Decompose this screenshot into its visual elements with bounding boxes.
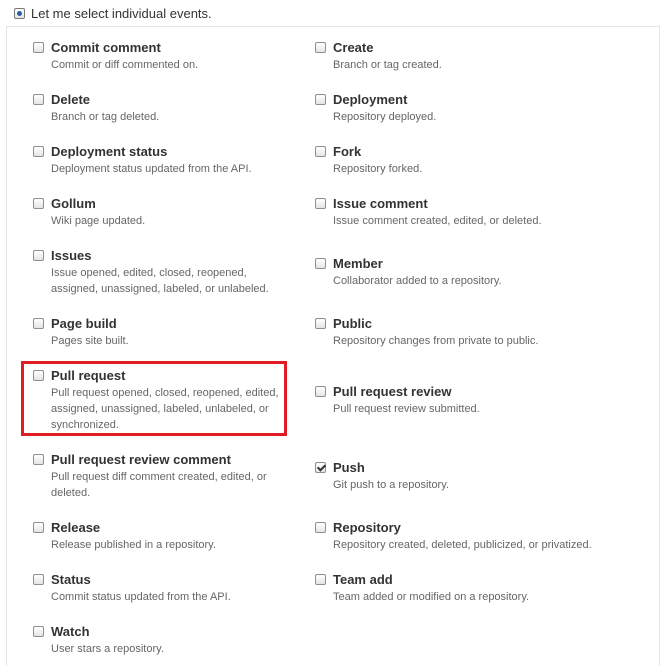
checkbox[interactable] (33, 198, 44, 209)
checkbox[interactable] (33, 626, 44, 637)
checkbox[interactable] (315, 94, 326, 105)
checkbox[interactable] (33, 42, 44, 53)
event-title: Deployment status (51, 144, 168, 159)
checkbox[interactable] (33, 146, 44, 157)
event-title: Issue comment (333, 196, 428, 211)
event-description: Repository forked. (333, 163, 423, 175)
event-title: Create (333, 40, 374, 55)
event-description: Issue opened, edited, closed, reopened, … (51, 267, 269, 295)
event-description: Pages site built. (51, 335, 129, 347)
event-description: Wiki page updated. (51, 215, 146, 227)
event-description: Commit status updated from the API. (51, 591, 231, 603)
select-individual-events-option[interactable]: Let me select individual events. (14, 4, 212, 22)
event-title: Deployment (333, 92, 408, 107)
event-title: Release (51, 520, 101, 535)
checkbox[interactable] (315, 258, 326, 269)
checkbox[interactable] (33, 522, 44, 533)
event-title: Push (333, 460, 365, 475)
event-title: Issues (51, 248, 92, 263)
event-title: Watch (51, 624, 90, 639)
checkbox[interactable] (33, 574, 44, 585)
checkbox[interactable] (33, 250, 44, 261)
checkbox[interactable] (315, 318, 326, 329)
event-title: Commit comment (51, 40, 161, 55)
checkbox[interactable] (315, 42, 326, 53)
event-title: Public (333, 316, 373, 331)
checkbox[interactable] (315, 146, 326, 157)
event-title: Team add (333, 572, 393, 587)
event-description: Commit or diff commented on. (51, 59, 199, 71)
radio-label: Let me select individual events. (31, 5, 212, 21)
checkbox[interactable] (315, 522, 326, 533)
event-description: Branch or tag created. (333, 59, 442, 71)
event-description: Repository created, deleted, publicized,… (333, 539, 592, 551)
event-description: Repository deployed. (333, 111, 437, 123)
event-description: Repository changes from private to publi… (333, 335, 539, 347)
event-description: Pull request review submitted. (333, 403, 480, 415)
highlight-box-pull-request (21, 361, 287, 436)
checkbox[interactable] (33, 454, 44, 465)
event-description: Team added or modified on a repository. (333, 591, 530, 603)
radio-selected-dot (17, 10, 22, 16)
event-description: User stars a repository. (51, 643, 164, 655)
checkbox[interactable] (315, 574, 326, 585)
event-title: Pull request review (333, 384, 452, 399)
event-description: Pull request diff comment created, edite… (51, 471, 267, 499)
event-title: Member (333, 256, 383, 271)
event-description: Deployment status updated from the API. (51, 163, 252, 175)
event-title: Pull request review comment (51, 452, 231, 467)
event-description: Release published in a repository. (51, 539, 216, 551)
event-description: Collaborator added to a repository. (333, 275, 502, 287)
event-title: Gollum (51, 196, 96, 211)
event-description: Git push to a repository. (333, 479, 449, 491)
event-title: Repository (333, 520, 401, 535)
checkbox[interactable] (315, 386, 326, 397)
event-title: Page build (51, 316, 117, 331)
event-description: Issue comment created, edited, or delete… (333, 215, 542, 227)
event-title: Delete (51, 92, 91, 107)
checkbox[interactable] (315, 198, 326, 209)
radio-button[interactable] (14, 7, 25, 19)
event-title: Status (51, 572, 91, 587)
checkbox[interactable] (33, 94, 44, 105)
event-title: Fork (333, 144, 362, 159)
checkbox-checked[interactable] (315, 462, 326, 473)
event-description: Branch or tag deleted. (51, 111, 160, 123)
checkbox[interactable] (33, 318, 44, 329)
